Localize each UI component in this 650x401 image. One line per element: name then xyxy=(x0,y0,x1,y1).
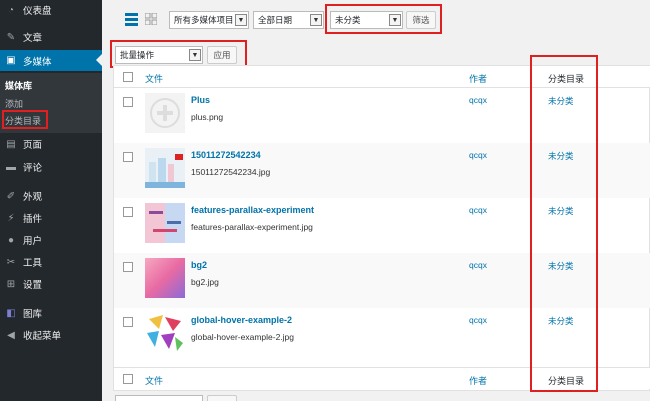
sidebar-item-label: 插件 xyxy=(23,214,43,225)
sidebar-item-settings[interactable]: ⊞ 设置 xyxy=(0,274,102,294)
media-filename: 15011272542234.jpg xyxy=(191,167,271,177)
sidebar-item-comments[interactable]: ▬ 评论 xyxy=(0,157,102,177)
highlight-box-category-column xyxy=(530,55,598,392)
highlight-box-submenu xyxy=(2,110,48,129)
dashboard-icon: ◔ xyxy=(7,4,15,16)
chevron-down-icon: ▼ xyxy=(310,14,322,26)
media-filename: global-hover-example-2.jpg xyxy=(191,332,295,342)
date-value: 全部日期 xyxy=(258,15,293,25)
media-filename: features-parallax-experiment.jpg xyxy=(191,222,313,232)
bulk-action-select-bottom[interactable] xyxy=(115,395,203,401)
pin-icon: ✎ xyxy=(6,31,16,43)
media-title[interactable]: Plus xyxy=(191,95,210,105)
sidebar-item-label: 用户 xyxy=(23,236,43,247)
thumbnail-plus[interactable] xyxy=(145,93,185,133)
page-icon: ▤ xyxy=(6,138,16,150)
sidebar-item-label: 文章 xyxy=(23,33,43,44)
comment-icon: ▬ xyxy=(6,161,16,173)
sidebar-item-gallery[interactable]: ◧ 图库 xyxy=(0,303,102,323)
grid-view-icon[interactable] xyxy=(145,13,157,25)
row-checkbox[interactable] xyxy=(123,152,133,162)
brush-icon: ✐ xyxy=(6,190,16,202)
media-author[interactable]: qcqx xyxy=(469,150,487,160)
sidebar-item-label: 仪表盘 xyxy=(23,6,52,17)
media-author[interactable]: qcqx xyxy=(469,95,487,105)
settings-icon: ⊞ xyxy=(6,278,16,290)
row-checkbox[interactable] xyxy=(123,97,133,107)
chevron-down-icon: ▼ xyxy=(235,14,247,26)
thumbnail-parallax[interactable] xyxy=(145,203,185,243)
thumbnail-hover[interactable] xyxy=(145,313,185,353)
media-author[interactable]: qcqx xyxy=(469,260,487,270)
column-file[interactable]: 文件 xyxy=(145,72,163,85)
user-icon: ● xyxy=(7,234,15,246)
sidebar-item-users[interactable]: ● 用户 xyxy=(0,230,102,250)
media-type-value: 所有多媒体项目 xyxy=(174,15,234,25)
sidebar-item-label: 外观 xyxy=(23,192,43,203)
apply-button-bottom[interactable] xyxy=(207,395,237,401)
sidebar-collapse[interactable]: ◀ 收起菜单 xyxy=(0,325,102,345)
sidebar-item-plugins[interactable]: ⚡ 插件 xyxy=(0,208,102,228)
list-view-icon[interactable] xyxy=(125,13,138,26)
media-filename: plus.png xyxy=(191,112,224,122)
media-type-select[interactable]: 所有多媒体项目 ▼ xyxy=(169,11,249,29)
sidebar-item-label: 评论 xyxy=(23,163,43,174)
sidebar-item-tools[interactable]: ✂ 工具 xyxy=(0,252,102,272)
submenu-add[interactable]: 添加 xyxy=(5,97,23,110)
select-all-checkbox[interactable] xyxy=(123,374,133,384)
media-title[interactable]: features-parallax-experiment xyxy=(191,205,314,215)
sidebar-item-label: 多媒体 xyxy=(23,56,52,68)
submenu-library[interactable]: 媒体库 xyxy=(5,79,32,92)
sidebar-item-label: 工具 xyxy=(23,258,43,269)
thumbnail-product[interactable] xyxy=(145,148,185,188)
media-title[interactable]: bg2 xyxy=(191,260,207,270)
row-checkbox[interactable] xyxy=(123,317,133,327)
media-filename: bg2.jpg xyxy=(191,277,219,287)
select-all-checkbox[interactable] xyxy=(123,72,133,82)
sidebar-item-appearance[interactable]: ✐ 外观 xyxy=(0,186,102,206)
media-author[interactable]: qcqx xyxy=(469,315,487,325)
sidebar-item-label: 设置 xyxy=(23,280,43,291)
sidebar-item-media[interactable]: ▣ 多媒体 xyxy=(0,50,102,71)
column-author[interactable]: 作者 xyxy=(469,374,487,387)
sidebar-item-label: 页面 xyxy=(23,140,43,151)
sidebar-item-label: 图库 xyxy=(23,309,43,320)
date-select[interactable]: 全部日期 ▼ xyxy=(253,11,324,29)
media-title[interactable]: 15011272542234 xyxy=(191,150,261,160)
sidebar-item-posts[interactable]: ✎ 文章 xyxy=(0,27,102,47)
gallery-icon: ◧ xyxy=(6,307,16,319)
thumbnail-bg2[interactable] xyxy=(145,258,185,298)
sidebar-item-dashboard[interactable]: ◔ 仪表盘 xyxy=(0,0,102,20)
column-file[interactable]: 文件 xyxy=(145,374,163,387)
wrench-icon: ✂ xyxy=(6,256,16,268)
column-author[interactable]: 作者 xyxy=(469,72,487,85)
media-author[interactable]: qcqx xyxy=(469,205,487,215)
sidebar-item-pages[interactable]: ▤ 页面 xyxy=(0,134,102,154)
media-title[interactable]: global-hover-example-2 xyxy=(191,315,292,325)
admin-sidebar: ◔ 仪表盘 ✎ 文章 ▣ 多媒体 媒体库 添加 分类目录 ▤ 页面 ▬ 评论 ✐… xyxy=(0,0,102,401)
sidebar-item-label: 收起菜单 xyxy=(23,331,62,342)
highlight-box-bulk xyxy=(110,40,247,68)
plugin-icon: ⚡ xyxy=(7,212,15,224)
row-checkbox[interactable] xyxy=(123,262,133,272)
row-checkbox[interactable] xyxy=(123,207,133,217)
collapse-icon: ◀ xyxy=(7,329,15,341)
media-icon: ▣ xyxy=(6,55,16,66)
highlight-box-filter xyxy=(325,4,442,34)
